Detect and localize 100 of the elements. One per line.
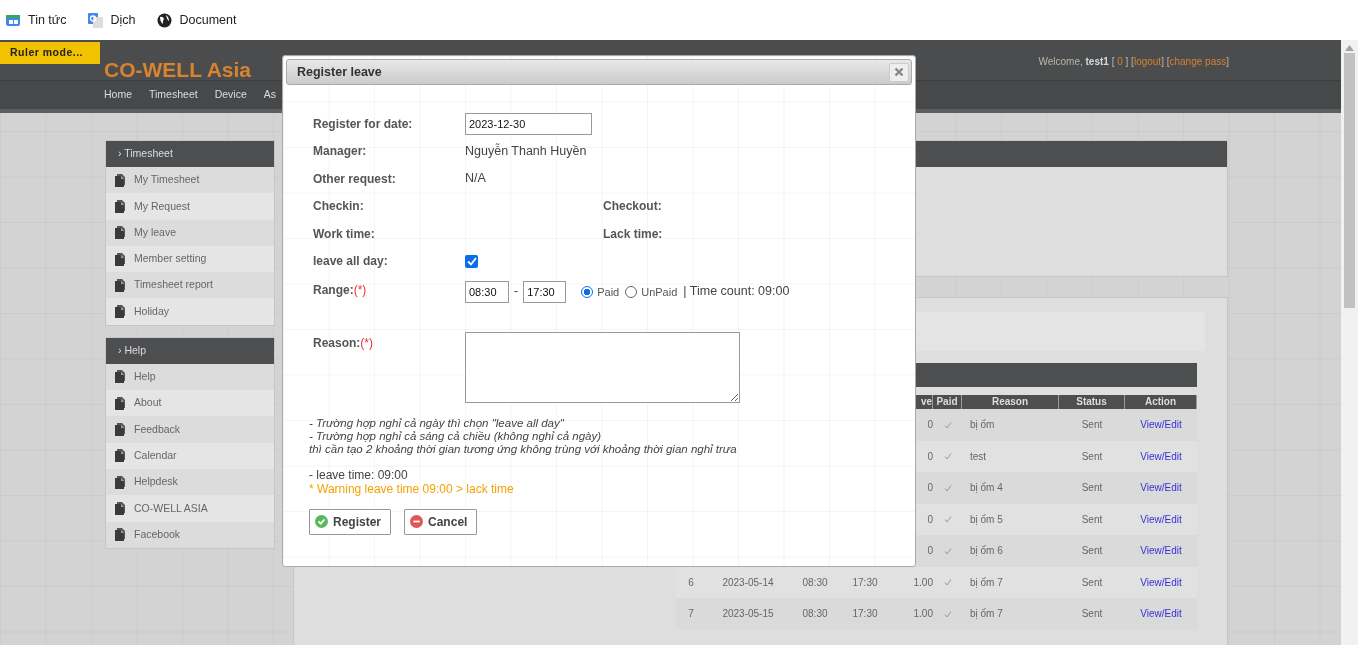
sidebar-item[interactable]: About (106, 390, 274, 417)
sidebar-item[interactable]: My Timesheet (106, 167, 274, 194)
table-cell-text: 17:30 (851, 607, 879, 621)
nav-link[interactable]: Timesheet (149, 87, 198, 103)
sidebar-item[interactable]: Holiday (106, 298, 274, 325)
document-icon (113, 475, 125, 489)
leave-time-text: - leave time: 09:00 (309, 467, 409, 482)
table-cell-text: 6 (687, 575, 695, 590)
sidebar-item[interactable]: Timesheet report (106, 272, 274, 299)
bookmark-link[interactable]: Dịch (88, 10, 136, 30)
sidebar-item[interactable]: CO-WELL ASIA (106, 495, 274, 522)
document-icon (113, 226, 125, 240)
translate-icon (88, 12, 104, 28)
cancel-button[interactable]: Cancel (404, 508, 478, 535)
view-edit-link[interactable]: View/Edit (1140, 608, 1182, 619)
warning-text: * Warning leave time 09:00 > lack time (309, 481, 515, 496)
nav-link[interactable]: As (263, 87, 277, 103)
document-icon (113, 396, 125, 410)
header-link[interactable]: 0 (1117, 56, 1123, 67)
field-label: Other request: (313, 170, 397, 188)
scroll-up-arrow-icon[interactable] (1345, 45, 1354, 51)
radio-option[interactable]: UnPaid (625, 283, 678, 300)
field-label: Lack time: (603, 225, 664, 243)
field-label: Reason:(*) (313, 334, 374, 352)
document-icon (113, 528, 125, 542)
radio-option[interactable]: Paid (581, 283, 620, 300)
table-cell-text: Sent (1080, 512, 1104, 527)
table-cell-text: bị ốm 7 (969, 607, 1004, 621)
table-cell-text: test (969, 449, 988, 464)
sidebar-item[interactable]: Help (106, 363, 274, 391)
document-icon (113, 423, 125, 436)
table-cell-text: 08:30 (801, 607, 829, 621)
sidebar-panel-title: › Timesheet (106, 141, 274, 167)
view-edit-link[interactable]: View/Edit (1140, 545, 1182, 556)
dialog-title: Register leave (297, 63, 382, 81)
field-label: Range:(*) (313, 282, 368, 299)
table-cell-text: Sent (1080, 607, 1104, 621)
document-icon (113, 449, 125, 463)
table-cell-text: bị ốm 7 (969, 575, 1004, 590)
document-icon (113, 173, 125, 187)
ruler-mode-badge: Ruler mode... (0, 42, 100, 64)
table-cell-text: Sent (1080, 544, 1104, 558)
manager-name: Nguyễn Thanh Huyền (465, 142, 587, 160)
table-cell-text: Sent (1080, 575, 1104, 590)
sidebar-item[interactable]: Feedback (106, 416, 274, 443)
other-request-value: N/A (465, 170, 486, 188)
sidebar-item[interactable]: My leave (106, 219, 274, 246)
scrollbar[interactable] (1341, 40, 1358, 645)
instruction-note: - Trường hợp nghỉ cả ngày thì chọn "leave all day" - Trường hợp nghỉ cả sáng cả chiều (không nghỉ cả ngày) thì cần tạo 2 khoảng thời gian tương ứng không trùng với khoảng thời gian nghỉ trưa (309, 416, 738, 456)
date-input[interactable]: 2023-12-30 (465, 112, 592, 135)
table-cell-text: 0 (926, 418, 933, 432)
table-cell-text: 0 (926, 544, 933, 558)
time-count: | Time count: 09:00 (683, 283, 790, 301)
table-cell-text: 0 (926, 512, 933, 527)
document-icon (113, 305, 125, 319)
table-cell-text: Sent (1080, 418, 1104, 432)
field-label: Manager: (313, 143, 368, 161)
time-input[interactable]: 17:30 (523, 280, 567, 303)
document-icon (113, 199, 125, 213)
table-cell-text: bị ốm (969, 418, 996, 432)
sidebar-item[interactable]: Calendar (106, 442, 274, 469)
field-label: Checkout: (603, 198, 663, 216)
sidebar-item[interactable]: Facebook (106, 521, 274, 548)
reason-textarea[interactable] (465, 331, 740, 403)
view-edit-link[interactable]: View/Edit (1140, 513, 1182, 525)
close-icon (894, 67, 904, 77)
document-icon (113, 501, 125, 515)
leave-all-day-checkbox[interactable] (465, 254, 478, 268)
sidebar-item[interactable]: Helpdesk (106, 468, 274, 496)
register-button[interactable]: Register (309, 508, 392, 535)
view-edit-link[interactable]: View/Edit (1140, 450, 1182, 462)
view-edit-link[interactable]: View/Edit (1140, 482, 1182, 493)
scrollbar-thumb[interactable] (1344, 53, 1355, 308)
document-icon (113, 278, 125, 292)
welcome-text: Welcome, test1 [ 0 ] [logout] [change pass] (1038, 55, 1229, 69)
globe-icon (157, 12, 173, 28)
bookmark-link[interactable]: Tin tức (6, 10, 67, 30)
view-edit-link[interactable]: View/Edit (1140, 419, 1182, 430)
table-cell-text: 17:30 (851, 575, 879, 590)
check-circle-icon (315, 515, 328, 528)
table-cell-text: bị ốm 6 (969, 544, 1004, 558)
document-icon (113, 252, 125, 266)
field-label: Work time: (313, 225, 376, 243)
field-label: leave all day: (313, 253, 389, 271)
nav-link[interactable]: Device (214, 87, 247, 103)
newspaper-icon (6, 12, 21, 28)
nav-link[interactable]: Home (104, 87, 132, 103)
minus-circle-icon (410, 515, 424, 528)
table-cell-text: Sent (1080, 481, 1104, 495)
close-button[interactable] (889, 62, 909, 82)
table-cell-text: 08:30 (801, 575, 829, 590)
view-edit-link[interactable]: View/Edit (1140, 576, 1182, 588)
table-cell-text: 0 (926, 449, 933, 464)
time-input[interactable]: 08:30 (465, 280, 509, 303)
bookmark-link[interactable]: Document (157, 10, 237, 30)
table-cell-text: 1.00 (912, 607, 933, 621)
sidebar-item[interactable]: Member setting (106, 245, 274, 273)
range-separator: - (514, 283, 519, 301)
table-cell-text: 7 (687, 607, 695, 621)
sidebar-item[interactable]: My Request (106, 193, 274, 220)
